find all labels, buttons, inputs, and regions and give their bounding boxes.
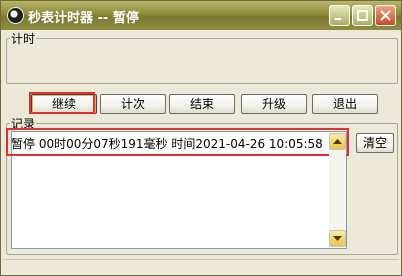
status-bar — [3, 259, 399, 276]
maximize-icon — [357, 10, 368, 21]
maximize-button[interactable] — [352, 5, 373, 26]
close-icon — [380, 10, 391, 21]
continue-button-highlight — [29, 92, 95, 114]
timer-group-label: 计时 — [10, 30, 37, 47]
minimize-button[interactable] — [329, 5, 350, 26]
clear-button[interactable]: 清空 — [356, 133, 394, 153]
exit-button[interactable]: 退出 — [312, 94, 378, 114]
scroll-up-button[interactable] — [329, 133, 346, 150]
chevron-down-icon — [333, 236, 342, 241]
upgrade-button[interactable]: 升级 — [241, 94, 307, 114]
timer-group — [6, 38, 398, 84]
chevron-up-icon — [333, 139, 342, 144]
app-window: 秒表计时器 -- 暂停 计时 继续 计次 结束 升级 退出 记录 暂停 00时0… — [0, 0, 402, 276]
scroll-down-button[interactable] — [329, 230, 346, 247]
window-title: 秒表计时器 -- 暂停 — [28, 11, 139, 26]
log-line-highlight — [6, 128, 349, 156]
app-icon[interactable] — [8, 8, 23, 23]
minimize-icon — [335, 18, 341, 20]
title-bar[interactable]: 秒表计时器 -- 暂停 — [1, 1, 401, 30]
log-scrollbar[interactable] — [329, 133, 346, 247]
close-button[interactable] — [375, 5, 396, 26]
end-button[interactable]: 结束 — [169, 94, 235, 114]
count-button[interactable]: 计次 — [100, 94, 166, 114]
